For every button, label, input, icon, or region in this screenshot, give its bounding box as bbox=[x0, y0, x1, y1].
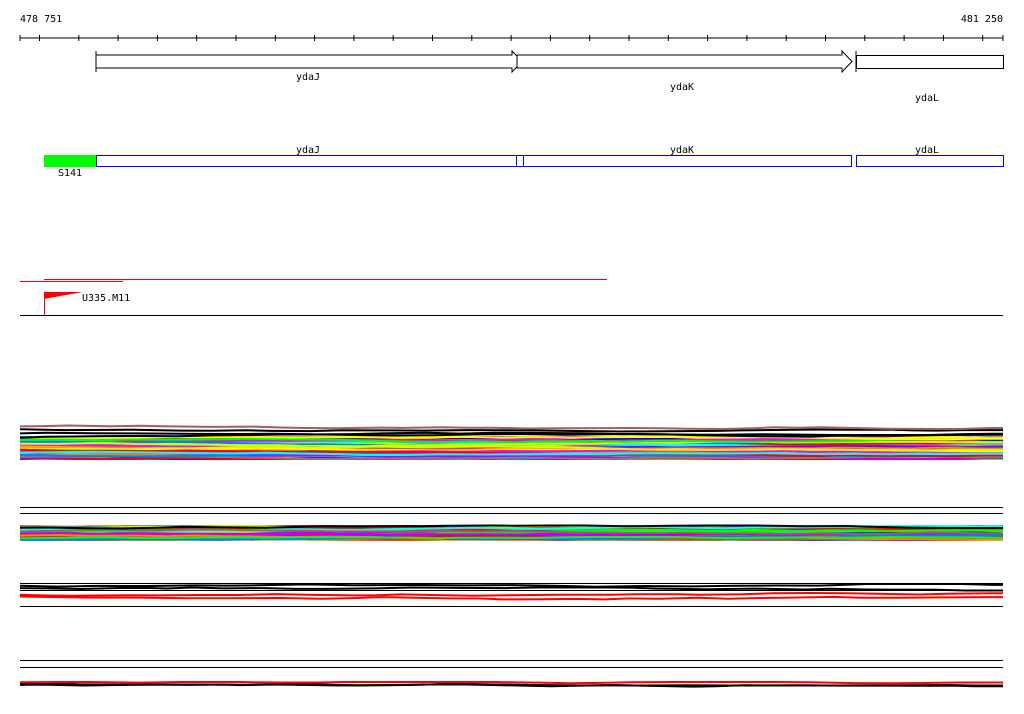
gene-label-ydaL: ydaL bbox=[915, 93, 939, 104]
feature-small[interactable] bbox=[516, 155, 524, 167]
marker-label: S141 bbox=[58, 168, 82, 179]
feature-label-ydaK: ydaK bbox=[670, 145, 694, 156]
ruler bbox=[19, 35, 1004, 41]
brown-trace bbox=[19, 424, 1003, 431]
gene-arrow-ydaK[interactable] bbox=[516, 49, 853, 74]
ruler-start-label: 478 751 bbox=[20, 14, 62, 25]
feature-ydaJ[interactable] bbox=[96, 155, 517, 167]
feature-label-ydaJ: ydaJ bbox=[296, 145, 320, 156]
feature-ydaK[interactable] bbox=[523, 155, 852, 167]
gene-arrow-ydaJ[interactable] bbox=[95, 49, 523, 74]
black-trace bbox=[19, 428, 1003, 433]
feature-ydaL[interactable] bbox=[856, 155, 1004, 167]
gene-label-ydaK: ydaK bbox=[670, 82, 694, 93]
alignment-traces bbox=[19, 424, 1004, 688]
gene-box-ydaL[interactable] bbox=[855, 51, 1004, 72]
gene-label-ydaJ: ydaJ bbox=[296, 72, 320, 83]
red-trace bbox=[19, 595, 1003, 601]
ruler-end-label: 481 250 bbox=[961, 14, 1003, 25]
clone-label[interactable]: U335.M11 bbox=[82, 293, 130, 304]
colored-trace bbox=[19, 535, 1004, 540]
black-trace bbox=[19, 583, 1003, 588]
red-trace bbox=[19, 591, 1003, 597]
marker-S141[interactable] bbox=[44, 155, 96, 167]
red-trace bbox=[19, 681, 1003, 685]
feature-label-ydaL: ydaL bbox=[915, 145, 939, 156]
clone-flag-icon[interactable] bbox=[44, 292, 83, 315]
genome-browser-view: 478 751 481 250 ydaJ ydaK ydaL S141 ydaJ… bbox=[19, 14, 1004, 688]
